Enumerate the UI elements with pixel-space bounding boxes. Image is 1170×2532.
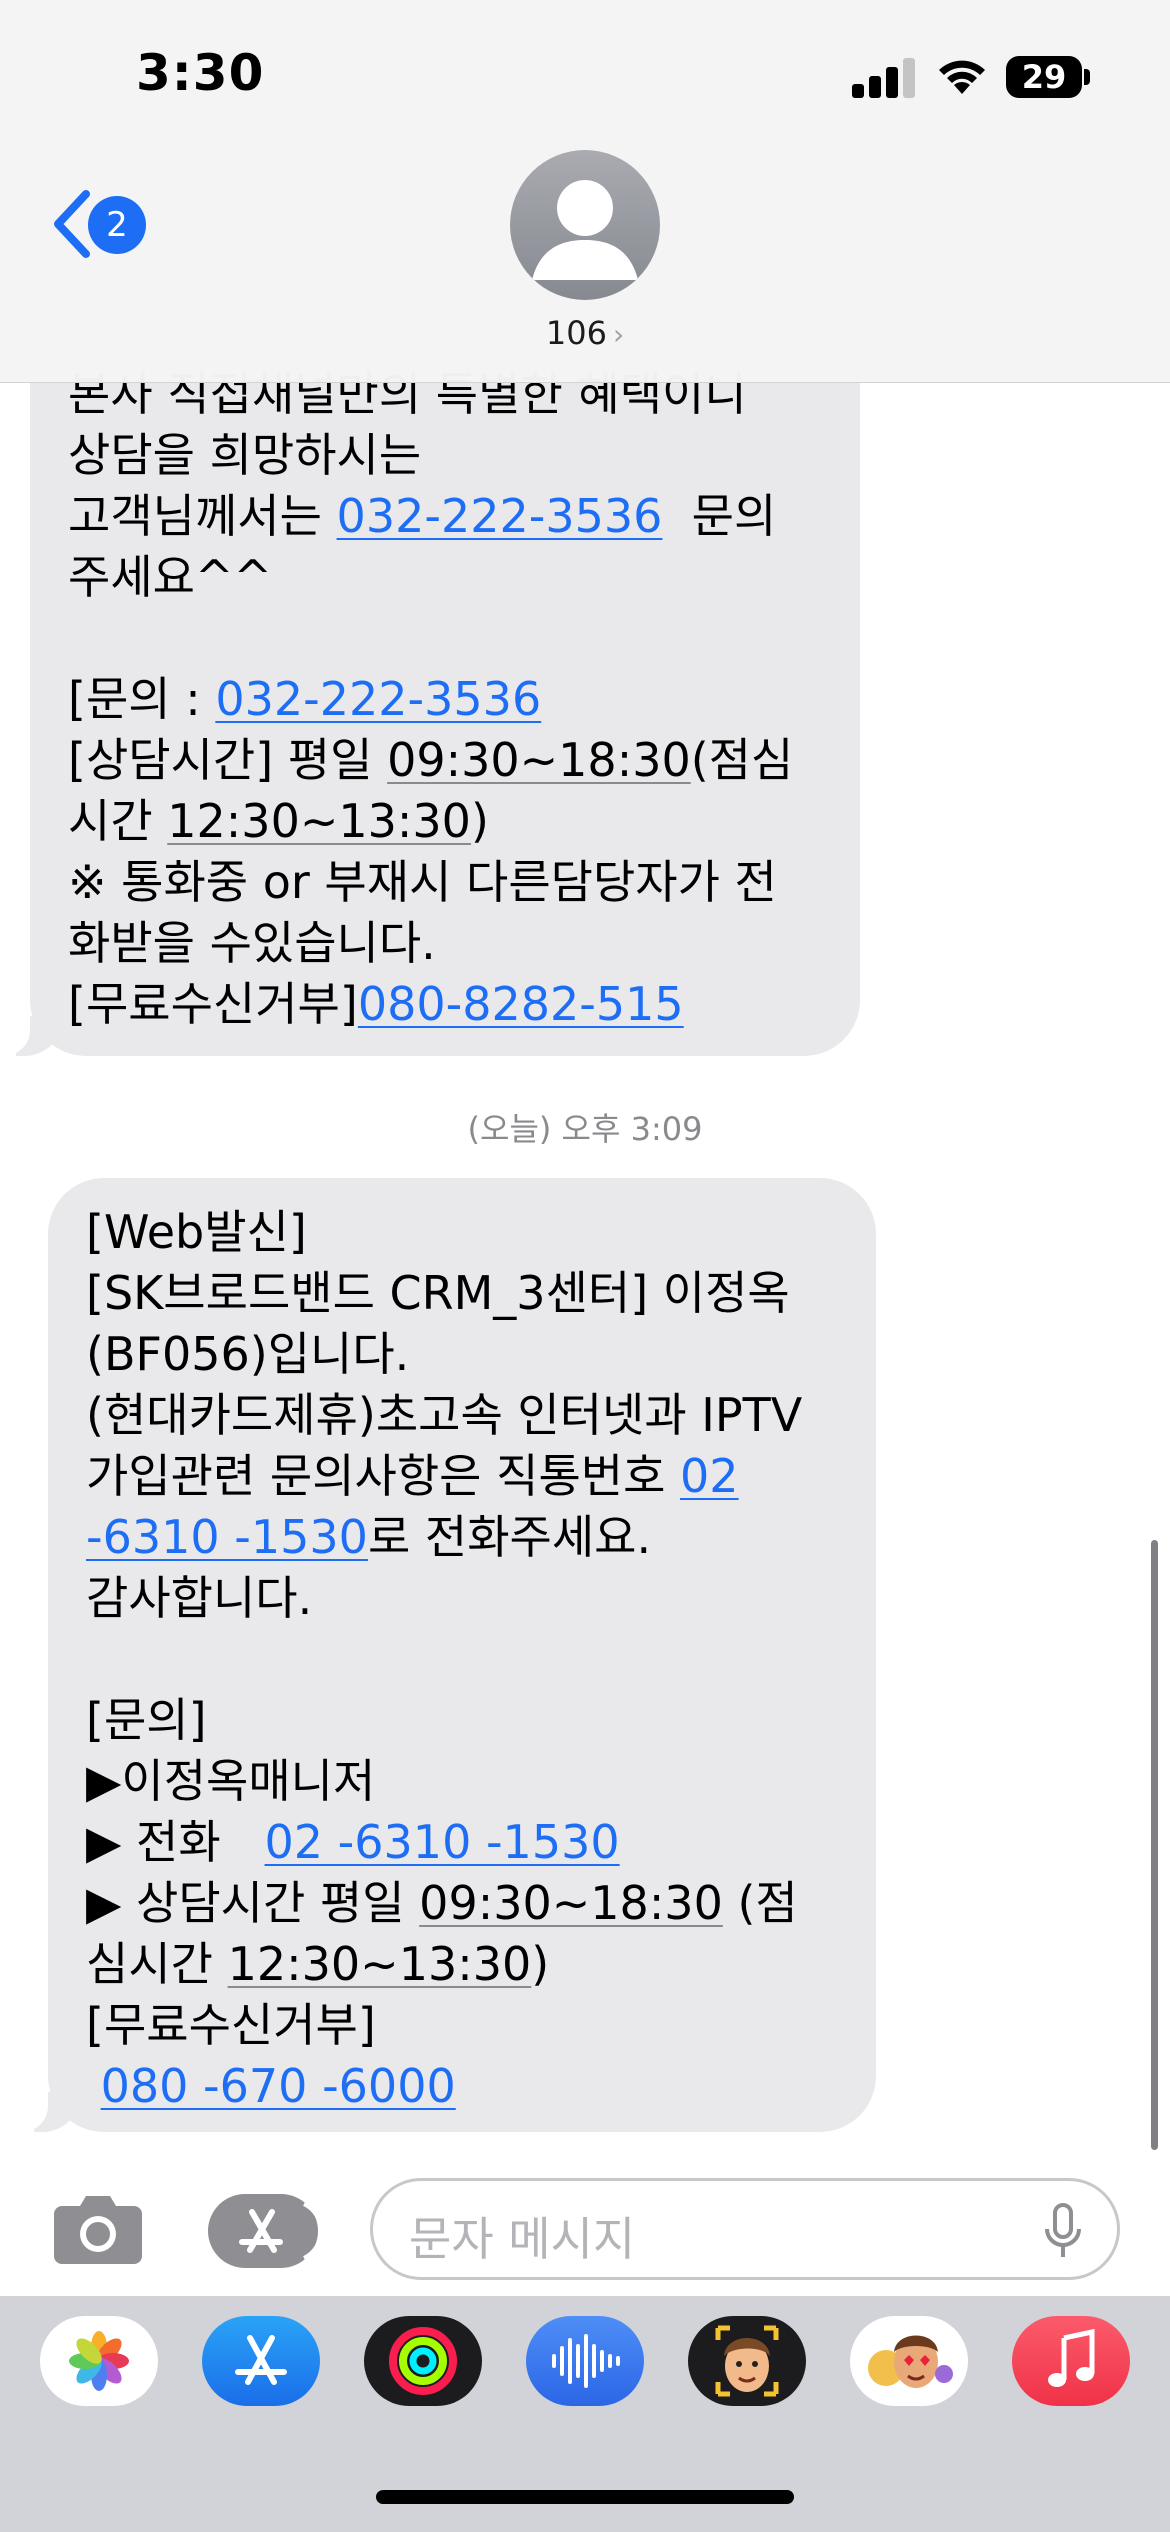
message-line: 심시간 12:30~13:30)	[86, 1937, 550, 1991]
phone-link-0263101530[interactable]: -6310 -1530	[86, 1510, 368, 1564]
contact-avatar[interactable]	[510, 150, 660, 300]
time-link[interactable]: 09:30~18:30	[387, 733, 691, 787]
message-line: -6310 -1530로 전화주세요.	[86, 1510, 652, 1564]
scrollbar[interactable]	[1151, 1540, 1158, 2150]
message-line: 시간 12:30~13:30)	[68, 794, 489, 848]
message-line: 080 -670 -6000	[86, 2056, 840, 2117]
message-line: 가입관련 문의사항은 직통번호 02	[86, 1449, 739, 1503]
message-line: ※ 통화중 or 부재시 다른담당자가 전	[68, 855, 777, 909]
memoji-stickers-app-icon[interactable]	[850, 2316, 968, 2406]
camera-button[interactable]	[52, 2190, 144, 2266]
person-icon	[532, 180, 638, 280]
message-line: [Web발신]	[86, 1205, 307, 1259]
message-timestamp: (오늘) 오후 3:09	[467, 1110, 703, 1148]
message-line: 주세요^^	[68, 550, 273, 604]
time-link[interactable]: 12:30~13:30	[167, 794, 471, 848]
cellular-signal-icon	[852, 58, 916, 98]
message-line: ▶ 상담시간 평일 09:30~18:30 (점	[86, 1876, 798, 1930]
message-line: 상담을 희망하시는	[68, 428, 422, 482]
message-line: (현대카드제휴)초고속 인터넷과 IPTV	[86, 1388, 803, 1442]
message-bubble-1[interactable]: 본사 직접채널만의 특별한 혜택이니 상담을 희망하시는 고객님께서는 032-…	[0, 312, 860, 1056]
message-line: ▶이정옥매니저	[86, 1754, 376, 1808]
unread-count-badge[interactable]: 2	[88, 196, 146, 254]
message-line: [상담시간] 평일 09:30~18:30(점심	[68, 733, 794, 787]
conversation-header: 3:30 29 2 106 ›	[0, 0, 1170, 383]
app-store-button[interactable]	[208, 2194, 323, 2268]
message-line: 감사합니다.	[86, 1571, 313, 1625]
battery-cap	[1084, 69, 1090, 85]
message-line: [무료수신거부]080-8282-515	[68, 977, 684, 1031]
message-input[interactable]: 문자 메시지	[370, 2178, 1120, 2280]
memoji-app-icon[interactable]	[688, 2316, 806, 2406]
phone-link-0322223536[interactable]: 032-222-3536	[337, 489, 663, 543]
message-line: 고객님께서는 032-222-3536 문의	[68, 489, 777, 543]
bubble-tail	[0, 1016, 64, 1056]
message-line: ▶ 전화 02 -6310 -1530	[86, 1815, 620, 1869]
wifi-icon	[934, 52, 990, 96]
message-line: [문의 : 032-222-3536	[68, 672, 542, 726]
home-indicator[interactable]	[376, 2490, 794, 2504]
phone-link-0808282515[interactable]: 080-8282-515	[358, 977, 684, 1031]
message-line: [무료수신거부]	[86, 1998, 376, 2052]
app-store-icon	[239, 2202, 323, 2260]
activity-app-icon[interactable]	[364, 2316, 482, 2406]
music-app-icon[interactable]	[1012, 2316, 1130, 2406]
phone-link-0263101530[interactable]: 02 -6310 -1530	[265, 1815, 620, 1869]
message-bubble-2[interactable]: [Web발신] [SK브로드밴드 CRM_3센터] 이정옥 (BF056)입니다…	[14, 1178, 876, 2132]
phone-link-0322223536[interactable]: 032-222-3536	[215, 672, 541, 726]
time-link[interactable]: 12:30~13:30	[228, 1937, 532, 1991]
phone-link-0806706000[interactable]: 080 -670 -6000	[101, 2059, 456, 2113]
message-line: [SK브로드밴드 CRM_3센터] 이정옥	[86, 1266, 790, 1320]
photos-app-icon[interactable]	[40, 2316, 158, 2406]
time-link[interactable]: 09:30~18:30	[419, 1876, 723, 1930]
message-input-placeholder: 문자 메시지	[409, 2212, 636, 2266]
message-line: 화받을 수있습니다.	[68, 916, 436, 970]
audio-app-icon[interactable]	[526, 2316, 644, 2406]
contact-name[interactable]: 106 ›	[0, 314, 1170, 352]
bubble-tail	[14, 2092, 82, 2132]
phone-link-0263101530[interactable]: 02	[680, 1449, 739, 1503]
camera-icon	[54, 2196, 142, 2264]
battery-indicator: 29	[1006, 56, 1082, 98]
microphone-icon[interactable]	[1043, 2203, 1083, 2261]
status-time: 3:30	[136, 44, 265, 102]
message-line: (BF056)입니다.	[86, 1327, 410, 1381]
app-store-app-icon[interactable]	[202, 2316, 320, 2406]
chevron-right-icon: ›	[612, 318, 625, 351]
message-line: [문의]	[86, 1693, 207, 1747]
